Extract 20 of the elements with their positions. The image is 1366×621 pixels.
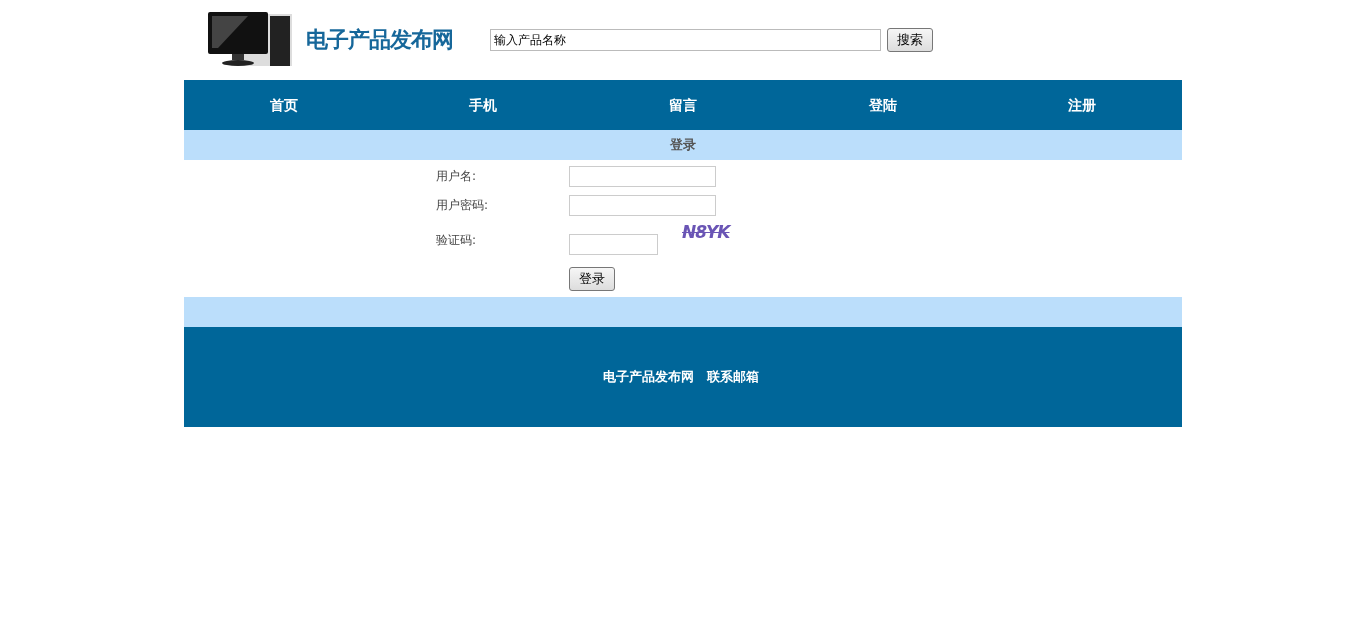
nav-link[interactable]: 手机 [383,80,584,130]
nav-link[interactable]: 登陆 [782,80,983,130]
captcha-field[interactable] [569,234,658,255]
nav-link[interactable]: 留言 [583,80,783,130]
username-field[interactable] [569,166,716,187]
field-label: 验证码: [436,232,478,249]
login-button[interactable]: 登录 [569,266,615,291]
field-label: 用户名: [436,168,478,185]
captcha-image: N8YK [682,222,730,242]
login-title: 登录 [670,137,696,152]
search-button[interactable]: 搜索 [887,28,933,52]
field-label: 用户密码: [436,197,490,214]
nav-link[interactable]: 注册 [982,80,1182,130]
search-field[interactable]: 输入产品名称 [490,29,881,51]
footer-site-name: 电子产品发布网 [602,368,694,386]
contact-link[interactable]: 联系邮箱 [706,368,759,386]
nav-link[interactable]: 首页 [184,80,384,130]
computer-monitor-icon [208,12,292,68]
site-logo: 电子产品发布网 [306,26,454,54]
password-field[interactable] [569,195,716,216]
